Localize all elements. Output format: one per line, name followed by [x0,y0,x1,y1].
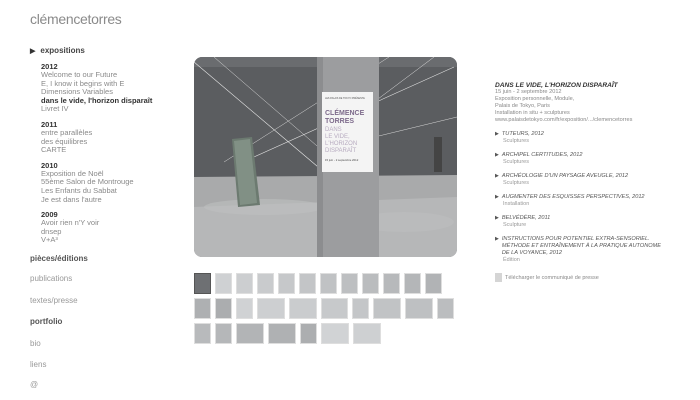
related-work-title: ARCHIPEL CERTITUDES, 2012 [501,152,583,158]
related-work-type: Sculptures [503,159,529,165]
related-work-title: BELVÉDÈRE, 2011 [501,215,551,221]
related-work-title: INSTRUCTIONS POUR POTENTIEL EXTRA-SENSOR… [501,236,661,256]
poster-line3: L'HORIZON [325,141,357,147]
related-work-type: Installation [503,201,530,207]
thumbnail[interactable] [362,273,379,294]
thumbnail[interactable] [425,273,442,294]
related-work[interactable]: ▶ ARCHÉOLOGIE D'UN PAYSAGE AVEUGLE, 2012 S… [495,173,665,187]
exhibition-title: DANS LE VIDE, L'HORIZON DISPARAÎT [495,82,618,89]
thumbnail[interactable] [194,323,211,344]
info-line: Installation in situ + sculptures [495,110,570,116]
thumbnail[interactable] [268,323,296,344]
press-release-label: Télécharger le communiqué de presse [505,274,599,281]
thumbnail[interactable] [215,273,232,294]
thumbnail[interactable] [320,273,337,294]
poster-header: LES PALAIS DE TOKYO PRÉSENTE [325,97,365,100]
triangle-icon: ▶ [495,194,499,200]
exhibition-link[interactable]: CARTE [41,146,180,155]
installation-photo: LES PALAIS DE TOKYO PRÉSENTE CLÉMENCE TO… [194,57,457,257]
exhibition-list: 2012 Welcome to our Future E, I know it be… [30,62,180,245]
thumbnail[interactable] [288,298,317,319]
info-line: Palais de Tokyo, Paris [495,103,550,109]
sidebar-nav: ▶ expositions 2012 Welcome to our Future E… [30,46,180,245]
exhibition-link[interactable]: Livret IV [41,105,180,114]
related-work[interactable]: ▶ BELVÉDÈRE, 2011 Sculpture [495,215,665,229]
related-work-title: AUGMENTER DES ESQUISSES PERSPECTIVES, 20… [501,194,645,200]
thumbnail[interactable] [373,298,402,319]
triangle-icon: ▶ [495,215,499,221]
menu-link[interactable]: bio [30,339,41,348]
poster-dates: 15 juin - 2 septembre 2012 [325,158,359,162]
thumbnail-row [194,323,454,344]
thumbnail[interactable] [215,323,232,344]
thumbnail[interactable] [405,298,434,319]
poster-line1: DANS [325,127,342,133]
thumbnail[interactable] [194,298,211,319]
triangle-icon: ▶ [495,236,499,242]
menu-link[interactable]: liens [30,360,46,369]
thumbnail[interactable] [383,273,400,294]
exhibition-link[interactable]: Je est dans l'autre [41,195,180,205]
thumbnail[interactable] [278,273,295,294]
exhibition-details: 15 juin - 2 septembre 2012 Exposition per… [495,89,665,124]
thumbnail-row [194,273,454,294]
thumbnail[interactable] [437,298,454,319]
info-panel: DANS LE VIDE, L'HORIZON DISPARAÎT 15 jui… [495,82,665,282]
main-photo: LES PALAIS DE TOKYO PRÉSENTE CLÉMENCE TO… [194,57,457,257]
thumbnail[interactable] [404,273,421,294]
exhibition-link[interactable]: dnsep [41,227,180,237]
thumbnail[interactable] [257,273,274,294]
thumbnail[interactable] [214,298,232,319]
info-line: 15 juin - 2 septembre 2012 [495,89,562,95]
thumbnail[interactable] [321,323,349,344]
thumbnail[interactable] [299,273,316,294]
related-work[interactable]: ▶ ARCHIPEL CERTITUDES, 2012 Sculptures [495,152,665,166]
thumbnail[interactable] [235,298,253,319]
document-icon [495,273,502,282]
related-work-type: Édition [503,257,520,263]
site-title[interactable]: clémencetorres [30,11,122,27]
poster-name2: TORRES [325,118,354,125]
exhibition-link[interactable]: Avoir rien n'Y voir [41,219,180,228]
related-work-type: Sculptures [503,138,529,144]
poster-name1: CLÉMENCE [325,108,365,117]
thumbnail[interactable] [256,298,285,319]
related-work-title: ARCHÉOLOGIE D'UN PAYSAGE AVEUGLE, 2012 [501,173,629,179]
related-work[interactable]: ▶ TUTEURS, 2012 Sculptures [495,131,665,145]
related-work[interactable]: ▶ INSTRUCTIONS POUR POTENTIEL EXTRA-SENSO… [495,236,665,264]
thumbnail[interactable] [236,273,253,294]
menu-link[interactable]: portfolio [30,317,62,326]
related-work-title: TUTEURS, 2012 [501,131,544,137]
menu-link[interactable]: pièces/éditions [30,254,88,263]
related-work-type: Sculpture [503,222,527,228]
poster-line4: DISPARAÎT [325,147,357,154]
triangle-icon: ▶ [495,173,499,179]
related-work[interactable]: ▶ AUGMENTER DES ESQUISSES PERSPECTIVES, 2… [495,194,665,208]
menu-link[interactable]: textes/presse [30,296,78,305]
info-line: Exposition personnelle, Module, [495,96,575,102]
thumbnail-grid [194,273,454,348]
thumbnail[interactable] [236,323,264,344]
related-works: ▶ TUTEURS, 2012 Sculptures ▶ ARCHIPEL CERTIT… [495,131,665,264]
press-release-link[interactable]: Télécharger le communiqué de presse [495,273,665,282]
thumbnail[interactable] [353,323,381,344]
thumbnail-row [194,298,454,319]
menu-link[interactable]: @ [30,380,38,389]
thumbnail[interactable] [352,298,370,319]
triangle-icon: ▶ [495,131,499,137]
menu-link[interactable]: publications [30,274,72,283]
thumbnail[interactable] [341,273,358,294]
thumbnail[interactable] [320,298,349,319]
triangle-icon: ▶ [495,152,499,158]
thumbnail[interactable] [300,323,317,344]
poster-line2: LE VIDE, [325,134,350,140]
info-line[interactable]: www.palaisdetokyo.com/fr/exposition/.../… [495,117,665,124]
exhibition-link[interactable]: V+A³ [41,236,180,245]
related-work-type: Sculptures [503,180,529,186]
nav-exhibitions-label: expositions [40,46,85,55]
thumbnail[interactable] [194,273,211,294]
triangle-icon: ▶ [30,47,36,55]
nav-exhibitions[interactable]: ▶ expositions [30,46,180,55]
